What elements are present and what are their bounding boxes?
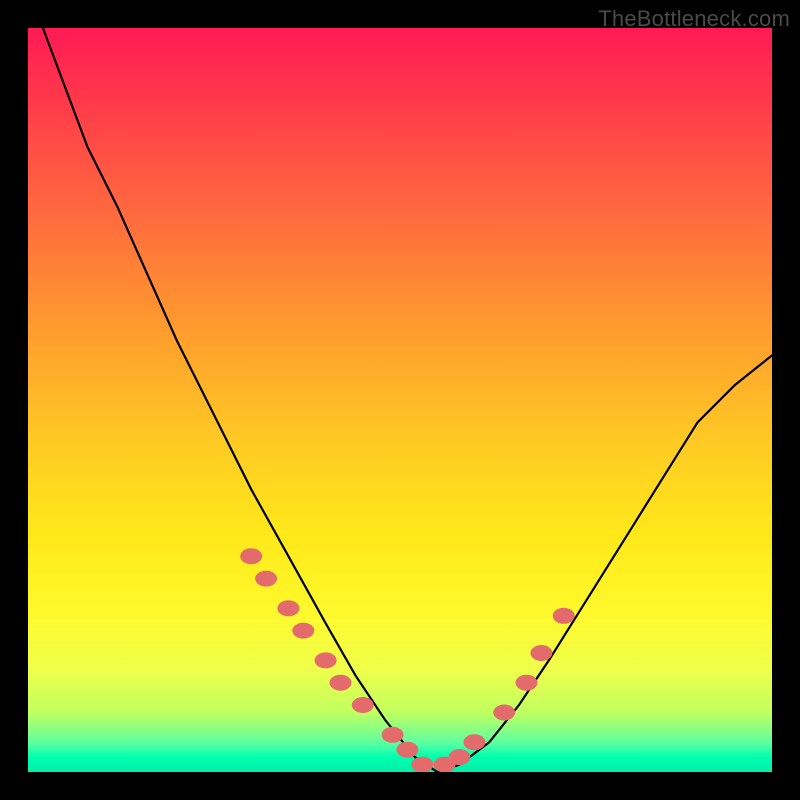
marker-dot bbox=[240, 548, 262, 564]
marker-group bbox=[240, 548, 575, 772]
marker-dot bbox=[449, 749, 471, 765]
marker-dot bbox=[330, 675, 352, 691]
marker-dot bbox=[463, 734, 485, 750]
outer-frame: TheBottleneck.com bbox=[0, 0, 800, 800]
marker-dot bbox=[292, 623, 314, 639]
marker-dot bbox=[277, 600, 299, 616]
marker-dot bbox=[382, 727, 404, 743]
bottleneck-curve bbox=[28, 28, 772, 772]
curve-svg bbox=[28, 28, 772, 772]
marker-dot bbox=[315, 652, 337, 668]
marker-dot bbox=[493, 705, 515, 721]
marker-dot bbox=[530, 645, 552, 661]
plot-area bbox=[28, 28, 772, 772]
marker-dot bbox=[553, 608, 575, 624]
marker-dot bbox=[434, 757, 456, 772]
marker-dot bbox=[411, 757, 433, 772]
marker-dot bbox=[352, 697, 374, 713]
marker-dot bbox=[396, 742, 418, 758]
marker-dot bbox=[516, 675, 538, 691]
watermark-text: TheBottleneck.com bbox=[598, 6, 790, 32]
marker-dot bbox=[255, 571, 277, 587]
